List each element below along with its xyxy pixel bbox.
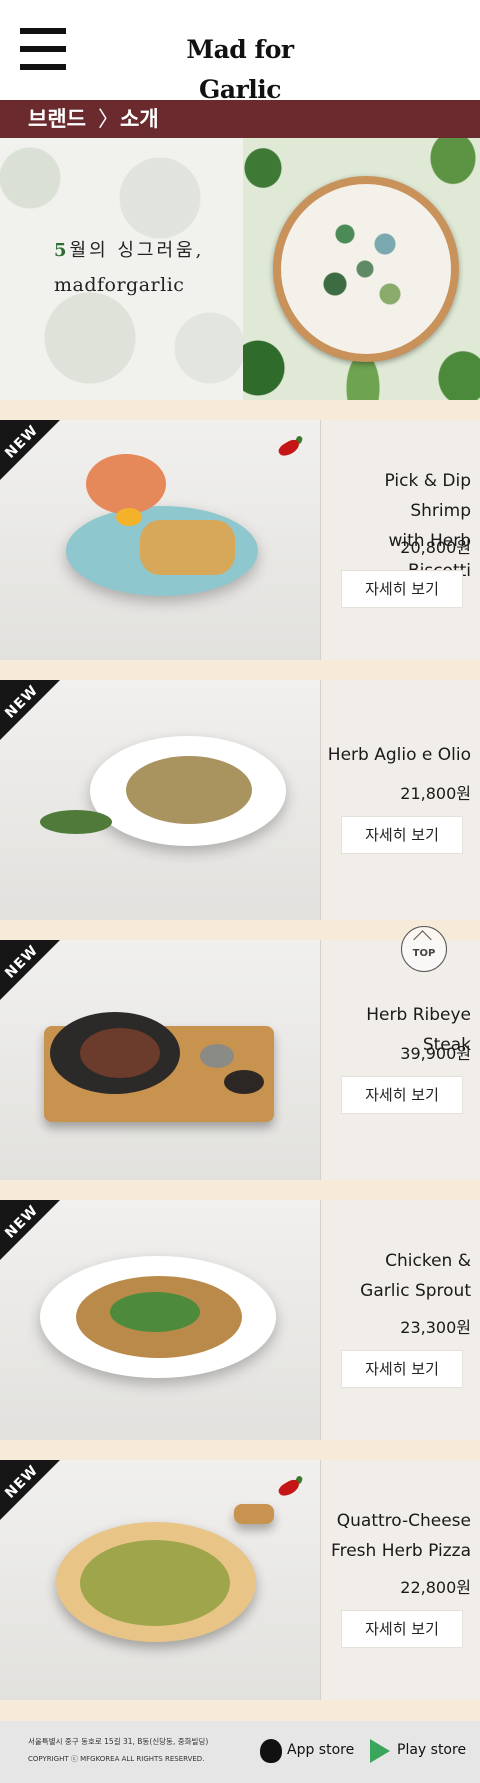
copyright-text: COPYRIGHT ⓒ MFGKOREA ALL RIGHTS RESERVED…	[28, 1755, 205, 1763]
menu-price: 23,300원	[400, 1318, 471, 1337]
menu-info: Quattro-Cheese Fresh Herb Pizza 22,800원 …	[320, 1460, 480, 1700]
menu-price: 39,900원	[400, 1044, 471, 1063]
menu-card: NEW Herb Ribeye Steak 39,900원 자세히 보기	[0, 940, 480, 1180]
menu-name: Pick & Dip Shrimp with Herb Biscotti	[384, 471, 471, 581]
embroidery-hoop-image	[273, 176, 459, 362]
app-store-label: App store	[287, 1742, 355, 1758]
play-store-icon	[370, 1739, 390, 1763]
menu-photo[interactable]: NEW	[0, 1200, 320, 1440]
menu-info: Pick & Dip Shrimp with Herb Biscotti 20,…	[320, 420, 480, 660]
breadcrumb-brand[interactable]: 브랜드	[28, 100, 86, 138]
hero-tagline: 5월의 싱그러움,	[54, 240, 205, 261]
menu-photo[interactable]: NEW	[0, 1460, 320, 1700]
menu-info: Herb Aglio e Olio 21,800원 자세히 보기	[320, 680, 480, 920]
view-details-button[interactable]: 자세히 보기	[341, 1350, 463, 1388]
menu-card: NEW Herb Aglio e Olio 21,800원 자세히 보기	[0, 680, 480, 920]
breadcrumb: 브랜드 〉 소개	[0, 100, 480, 138]
play-store-link[interactable]: Play store	[370, 1738, 470, 1766]
menu-icon[interactable]	[20, 26, 66, 72]
top-label: TOP	[412, 948, 436, 959]
menu-name: Herb Aglio e Olio	[327, 745, 471, 765]
view-details-button[interactable]: 자세히 보기	[341, 1076, 463, 1114]
spicy-chili-icon	[276, 1477, 302, 1499]
view-details-button[interactable]: 자세히 보기	[341, 1610, 463, 1648]
breadcrumb-current: 소개	[120, 107, 159, 131]
menu-info: Chicken & Garlic Sprout 23,300원 자세히 보기	[320, 1200, 480, 1440]
menu-photo[interactable]: NEW	[0, 680, 320, 920]
menu-price: 22,800원	[400, 1578, 471, 1597]
menu-name: Quattro-Cheese Fresh Herb Pizza	[331, 1511, 471, 1561]
scroll-to-top-button[interactable]: TOP	[401, 926, 447, 972]
menu-card: NEW Quattro-Cheese Fresh Herb Pizza 22,8…	[0, 1460, 480, 1700]
menu-name: Chicken & Garlic Sprout	[360, 1251, 471, 1301]
hero-herb-image	[243, 138, 480, 400]
footer: 서울특별시 중구 동호로 15길 31, B동(신당동, 중화빌딩) COPYR…	[0, 1721, 480, 1783]
menu-info: Herb Ribeye Steak 39,900원 자세히 보기	[320, 940, 480, 1180]
apple-icon	[260, 1739, 282, 1763]
hero-brand-text: madforgarlic	[54, 274, 185, 296]
breadcrumb-separator: 〉	[98, 107, 119, 131]
chevron-up-icon	[413, 930, 432, 949]
brand-logo[interactable]: Mad for Garlic	[160, 30, 320, 104]
menu-photo[interactable]: NEW	[0, 420, 320, 660]
view-details-button[interactable]: 자세히 보기	[341, 816, 463, 854]
hero-banner: 5월의 싱그러움, madforgarlic	[0, 138, 480, 400]
menu-price: 21,800원	[400, 784, 471, 803]
view-details-button[interactable]: 자세히 보기	[341, 570, 463, 608]
menu-price: 20,800원	[400, 538, 471, 557]
menu-card: NEW Chicken & Garlic Sprout 23,300원 자세히 …	[0, 1200, 480, 1440]
play-store-label: Play store	[397, 1742, 467, 1758]
header: Mad for Garlic	[0, 0, 480, 104]
hero-text-panel: 5월의 싱그러움, madforgarlic	[0, 138, 243, 400]
menu-photo[interactable]: NEW	[0, 940, 320, 1180]
company-address: 서울특별시 중구 동호로 15길 31, B동(신당동, 중화빌딩)	[28, 1737, 209, 1746]
app-store-link[interactable]: App store	[260, 1738, 360, 1766]
menu-card: NEW Pick & Dip Shrimp with Herb Biscotti…	[0, 420, 480, 660]
spicy-chili-icon	[276, 437, 302, 459]
